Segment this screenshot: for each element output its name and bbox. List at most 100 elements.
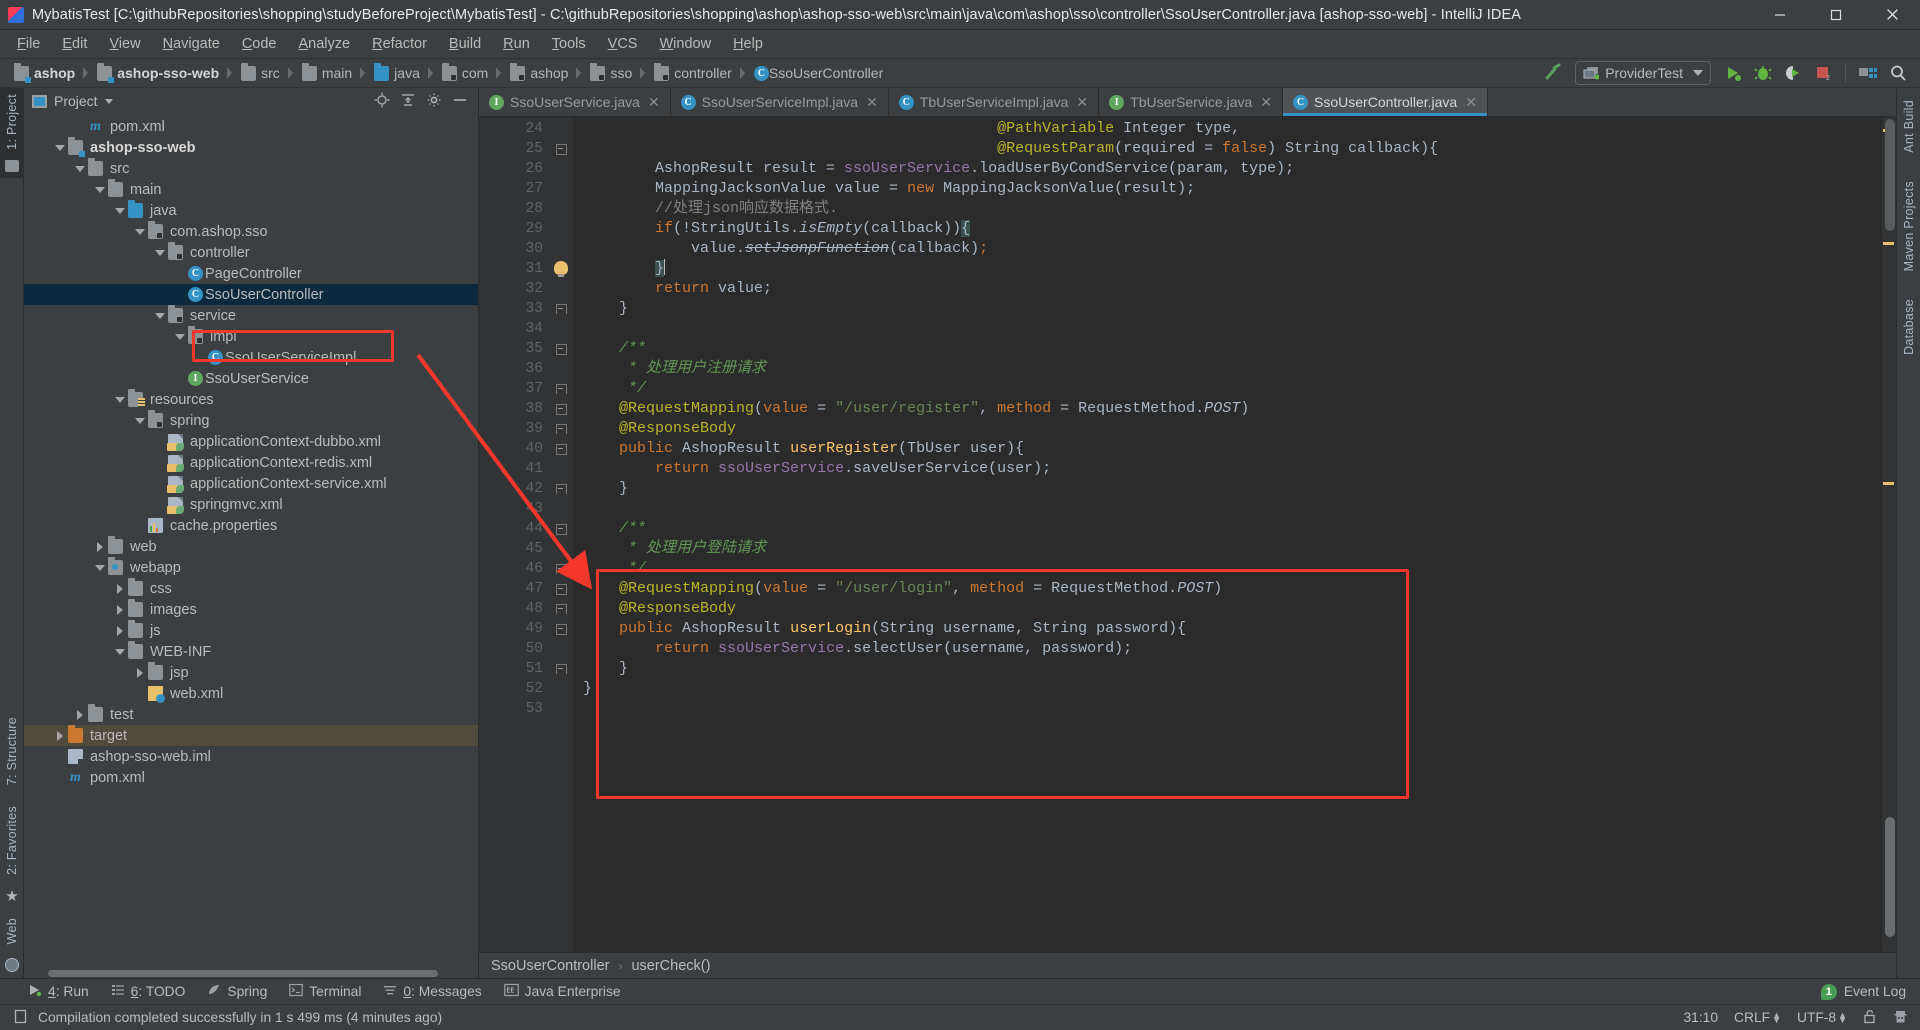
tree-node-js[interactable]: js <box>24 620 478 641</box>
build-hammer-icon[interactable] <box>1539 60 1567 86</box>
tree-node-resources[interactable]: resources <box>24 389 478 410</box>
code-line[interactable]: AshopResult result = ssoUserService.load… <box>573 159 1882 179</box>
fold-marker-icon[interactable] <box>551 439 573 459</box>
tree-node-src[interactable]: src <box>24 158 478 179</box>
sidebar-item-database[interactable]: Database <box>1902 293 1916 361</box>
code-line[interactable]: /** <box>573 339 1882 359</box>
tree-node-pagecontroller[interactable]: C PageController <box>24 263 478 284</box>
tree-expander-open-icon[interactable] <box>92 182 108 198</box>
tree-expander-open-icon[interactable] <box>132 224 148 240</box>
fold-marker-icon[interactable] <box>551 399 573 419</box>
project-tree[interactable]: m pom.xml ashop-sso-web src main java com.asho… <box>24 114 478 969</box>
tree-node-java[interactable]: java <box>24 200 478 221</box>
close-icon[interactable]: ✕ <box>648 94 660 111</box>
settings-gear-icon[interactable] <box>426 92 442 111</box>
editor-tab-tbuserserviceimpl-java[interactable]: C TbUserServiceImpl.java ✕ <box>889 88 1100 116</box>
tree-node-web-inf[interactable]: WEB-INF <box>24 641 478 662</box>
tree-expander-closed-icon[interactable] <box>132 665 148 681</box>
tree-node-applicationcontext-redis-xml[interactable]: applicationContext-redis.xml <box>24 452 478 473</box>
tree-expander-open-icon[interactable] <box>72 161 88 177</box>
tree-node-web[interactable]: web <box>24 536 478 557</box>
hector-inspection-icon[interactable] <box>1893 1009 1908 1027</box>
encoding-selector[interactable]: UTF-8 ▲ ▼ <box>1797 1010 1847 1025</box>
code-line[interactable]: //处理json响应数据格式. <box>573 199 1882 219</box>
tree-expander[interactable] <box>152 455 168 471</box>
tool-window-button-java-enterprise[interactable]: EE Java Enterprise <box>503 983 621 1000</box>
editor-scrollbar-thumb-2[interactable] <box>1885 817 1895 937</box>
editor-tab-ssouserservice-java[interactable]: I SsoUserService.java ✕ <box>479 88 671 116</box>
code-line[interactable]: MappingJacksonValue value = new MappingJ… <box>573 179 1882 199</box>
tree-node-images[interactable]: images <box>24 599 478 620</box>
tree-expander-open-icon[interactable] <box>152 245 168 261</box>
menu-item-tools[interactable]: Tools <box>541 33 597 55</box>
code-line[interactable]: return ssoUserService.saveUserService(us… <box>573 459 1882 479</box>
sidebar-item-project[interactable]: 1: Project <box>5 88 19 156</box>
run-icon[interactable] <box>1719 60 1747 86</box>
tree-node-target[interactable]: target <box>24 725 478 746</box>
tool-window-button-6-todo[interactable]: 6: TODO <box>111 983 185 1000</box>
tree-expander[interactable] <box>152 434 168 450</box>
breadcrumb-item-ssousercontroller[interactable]: C SsoUserController <box>750 62 891 84</box>
tree-expander-open-icon[interactable] <box>112 392 128 408</box>
editor-scrollbar-thumb[interactable] <box>1885 119 1895 231</box>
editor-tab-ssouserserviceimpl-java[interactable]: C SsoUserServiceImpl.java ✕ <box>671 88 889 116</box>
chevron-down-icon[interactable] <box>104 98 113 104</box>
breadcrumb-class[interactable]: SsoUserController <box>491 958 609 974</box>
fold-marker-icon[interactable] <box>551 139 573 159</box>
tree-expander[interactable] <box>152 497 168 513</box>
warning-marker[interactable] <box>1883 242 1894 245</box>
minimize-button[interactable] <box>1752 0 1808 30</box>
close-button[interactable] <box>1864 0 1920 30</box>
code-line[interactable]: public AshopResult userLogin(String user… <box>573 619 1882 639</box>
menu-item-edit[interactable]: Edit <box>51 33 98 55</box>
menu-item-refactor[interactable]: Refactor <box>361 33 438 55</box>
menu-item-analyze[interactable]: Analyze <box>288 33 362 55</box>
fold-marker-icon[interactable] <box>551 419 573 439</box>
run-configuration-selector[interactable]: ProviderTest <box>1575 61 1711 85</box>
code-line[interactable]: public AshopResult userRegister(TbUser u… <box>573 439 1882 459</box>
tree-node-ssouserserviceimpl[interactable]: C SsoUserServiceImpl <box>24 347 478 368</box>
code-line[interactable]: @RequestMapping(value = "/user/register"… <box>573 399 1882 419</box>
code-line[interactable]: } <box>573 659 1882 679</box>
breadcrumb-item-ashop[interactable]: ashop <box>10 62 83 84</box>
project-tree-hscrollbar[interactable] <box>24 969 478 978</box>
close-icon[interactable]: ✕ <box>1076 94 1088 111</box>
fold-marker-icon[interactable] <box>551 579 573 599</box>
code-line[interactable]: return ssoUserService.selectUser(usernam… <box>573 639 1882 659</box>
code-line[interactable]: @PathVariable Integer type, <box>573 119 1882 139</box>
code-line[interactable] <box>573 319 1882 339</box>
code-editor[interactable]: 24 25 26 27 28 29 30 31 32 33 34 35 36 37 38 39 40 41 42 43… <box>479 117 1896 952</box>
tool-window-button-spring[interactable]: Spring <box>207 983 267 1000</box>
tree-expander-open-icon[interactable] <box>92 560 108 576</box>
sidebar-item-favorites[interactable]: 2: Favorites <box>5 800 19 881</box>
fold-marker-icon[interactable] <box>551 339 573 359</box>
close-icon[interactable]: ✕ <box>1260 94 1272 111</box>
fold-marker-icon[interactable] <box>551 479 573 499</box>
scrollbar-thumb[interactable] <box>48 970 438 977</box>
menu-item-build[interactable]: Build <box>438 33 492 55</box>
hide-icon[interactable] <box>452 92 468 111</box>
error-stripe-markerbar[interactable] <box>1882 117 1896 952</box>
menu-item-navigate[interactable]: Navigate <box>152 33 231 55</box>
maximize-button[interactable] <box>1808 0 1864 30</box>
menu-item-run[interactable]: Run <box>492 33 541 55</box>
tree-expander-open-icon[interactable] <box>112 644 128 660</box>
breadcrumb-item-java[interactable]: java <box>370 62 428 84</box>
code-folding-gutter[interactable] <box>551 117 573 952</box>
tree-expander-closed-icon[interactable] <box>112 581 128 597</box>
tree-expander[interactable] <box>192 350 208 366</box>
tree-expander-closed-icon[interactable] <box>72 707 88 723</box>
tree-node-webapp[interactable]: webapp <box>24 557 478 578</box>
code-line[interactable]: */ <box>573 559 1882 579</box>
breadcrumb-item-sso[interactable]: sso <box>586 62 640 84</box>
tree-node-web-xml[interactable]: web.xml <box>24 683 478 704</box>
tool-window-button-4-run[interactable]: 4: Run <box>28 983 89 1000</box>
tree-expander[interactable] <box>132 518 148 534</box>
tree-node-spring[interactable]: spring <box>24 410 478 431</box>
tree-node-pom-xml[interactable]: m pom.xml <box>24 767 478 788</box>
code-line[interactable]: * 处理用户登陆请求 <box>573 539 1882 559</box>
tree-node-main[interactable]: main <box>24 179 478 200</box>
fold-marker-icon[interactable] <box>551 299 573 319</box>
unlocked-icon[interactable] <box>1863 1009 1877 1027</box>
tree-expander-closed-icon[interactable] <box>92 539 108 555</box>
